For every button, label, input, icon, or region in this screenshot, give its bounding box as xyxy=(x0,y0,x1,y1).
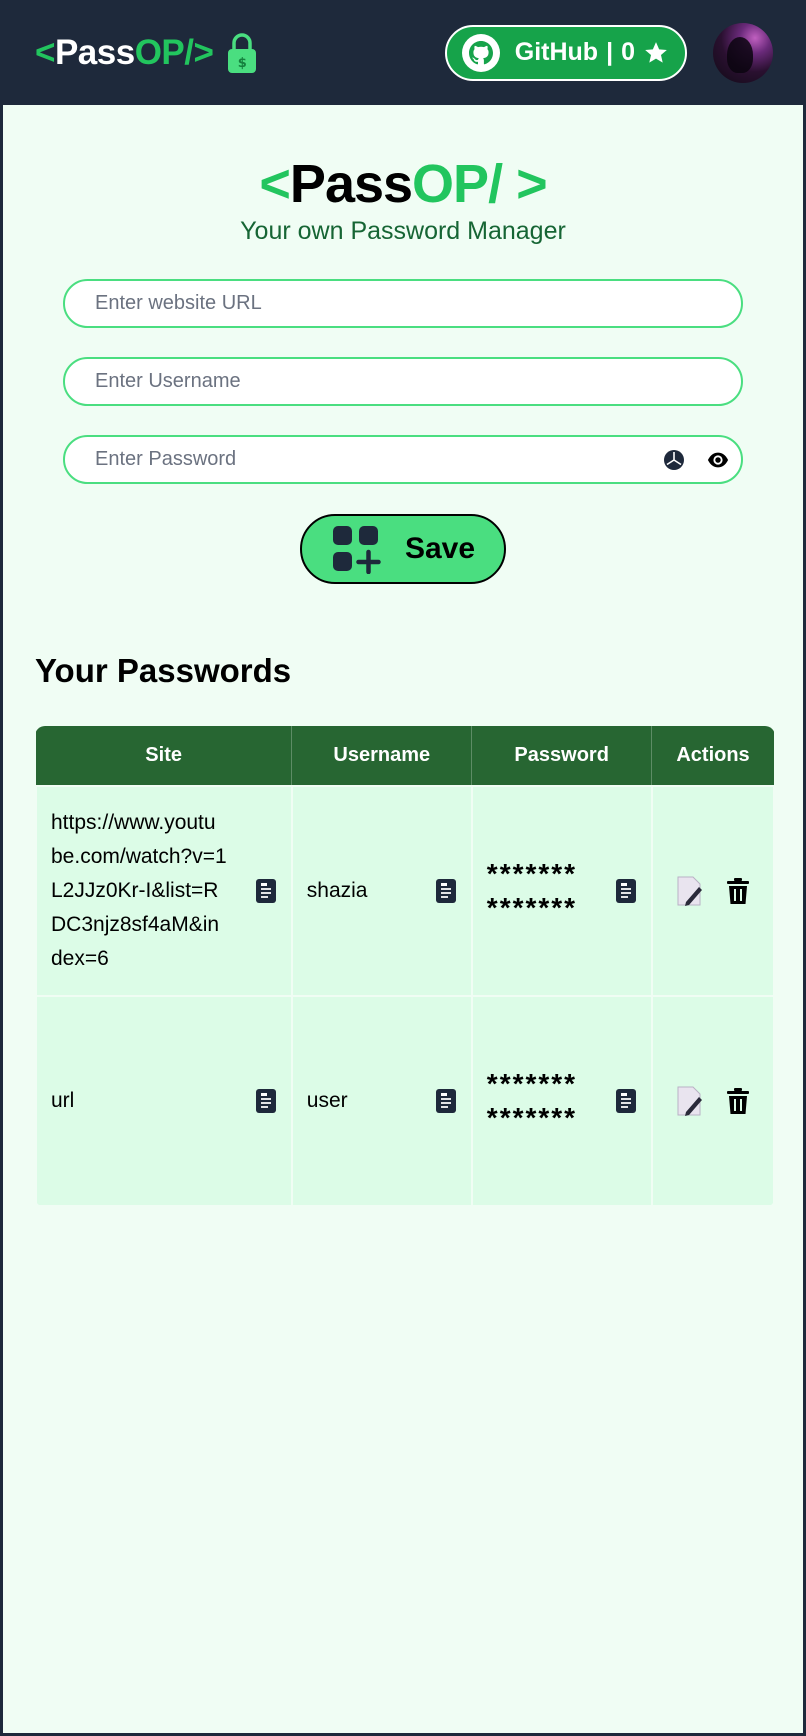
svg-text:$: $ xyxy=(238,56,247,71)
page-title: <PassOP/ > xyxy=(35,153,771,215)
column-username: Username xyxy=(291,726,473,786)
star-icon xyxy=(645,41,667,63)
password-cell[interactable]: ************** xyxy=(487,857,583,925)
navbar: < Pass OP/ > $ GitHub | 0 xyxy=(3,0,803,105)
username-input[interactable] xyxy=(95,370,711,393)
title-open: < xyxy=(259,154,291,214)
github-separator: | xyxy=(606,38,614,66)
main-content: <PassOP/ > Your own Password Manager Ent… xyxy=(3,153,803,1207)
github-button[interactable]: GitHub | 0 xyxy=(444,24,687,81)
password-cell[interactable]: ************** xyxy=(487,1067,583,1135)
copy-icon[interactable] xyxy=(255,1088,277,1114)
save-label: Save xyxy=(404,532,476,565)
title-op: OP/ xyxy=(412,154,503,214)
site-cell[interactable]: url xyxy=(51,1084,74,1118)
site-cell[interactable]: https://www.youtube.com/watch?v=1L2JJz0K… xyxy=(51,806,227,976)
logo-close: > xyxy=(193,32,214,72)
copy-icon[interactable] xyxy=(615,878,637,904)
eye-icon[interactable] xyxy=(707,449,729,471)
edit-icon[interactable] xyxy=(676,1086,704,1116)
password-input[interactable] xyxy=(95,448,711,471)
copy-icon[interactable] xyxy=(615,1088,637,1114)
delete-icon[interactable] xyxy=(726,1087,750,1115)
column-actions: Actions xyxy=(651,726,774,786)
delete-icon[interactable] xyxy=(726,877,750,905)
column-site: Site xyxy=(36,726,293,786)
password-field xyxy=(63,435,743,484)
logo-op: OP/ xyxy=(134,32,194,72)
github-star-count: 0 xyxy=(621,38,635,66)
generate-icon[interactable] xyxy=(663,449,685,471)
column-password: Password xyxy=(471,726,653,786)
page-subtitle: Your own Password Manager xyxy=(240,217,566,245)
avatar[interactable] xyxy=(713,22,773,83)
username-cell[interactable]: shazia xyxy=(307,874,368,908)
github-icon xyxy=(461,33,500,72)
copy-icon[interactable] xyxy=(435,1088,457,1114)
logo-pass: Pass xyxy=(54,32,135,72)
title-pass: Pass xyxy=(289,154,413,214)
passwords-title: Your Passwords xyxy=(35,652,292,689)
table-header-row: Site Username Password Actions xyxy=(36,726,774,786)
save-button[interactable]: Save xyxy=(300,514,506,584)
copy-icon[interactable] xyxy=(435,878,457,904)
table-row: https://www.youtube.com/watch?v=1L2JJz0K… xyxy=(35,785,775,997)
edit-icon[interactable] xyxy=(676,876,704,906)
url-field xyxy=(63,279,743,328)
github-label: GitHub xyxy=(514,38,599,66)
copy-icon[interactable] xyxy=(255,878,277,904)
nav-logo[interactable]: < Pass OP/ > $ xyxy=(35,32,257,74)
username-field xyxy=(63,357,743,406)
title-close: > xyxy=(502,154,548,214)
passwords-table: Site Username Password Actions https://w… xyxy=(35,726,775,1207)
add-icon xyxy=(332,526,381,574)
url-input[interactable] xyxy=(95,292,711,315)
table-row: url user ************** xyxy=(35,995,775,1207)
logo-open: < xyxy=(35,32,55,72)
lock-icon: $ xyxy=(228,32,257,73)
username-cell[interactable]: user xyxy=(307,1084,348,1118)
